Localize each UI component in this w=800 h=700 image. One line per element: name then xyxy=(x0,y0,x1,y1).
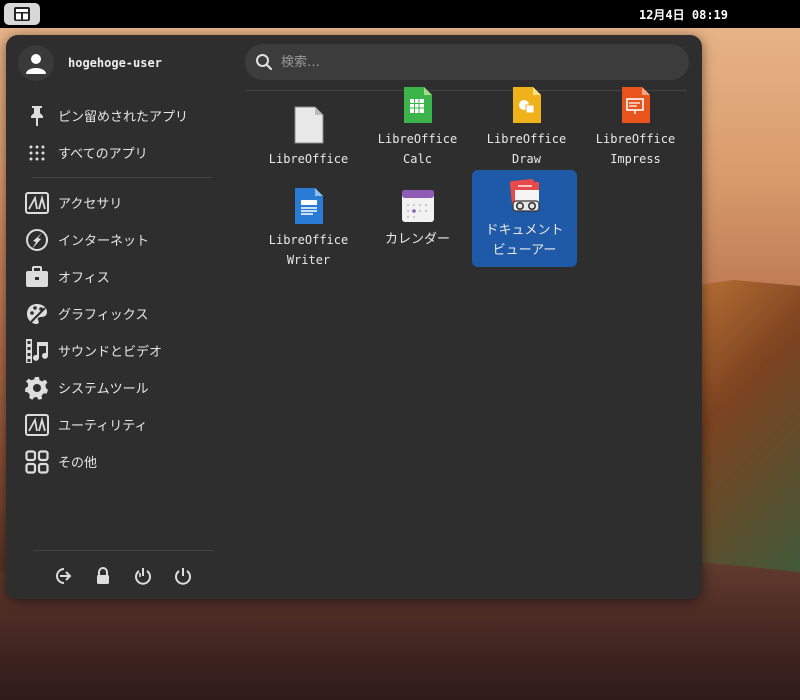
user-section[interactable]: hogehoge-user xyxy=(18,45,162,81)
sidebar-item-graphics[interactable]: グラフィックス xyxy=(20,295,220,332)
sidebar-item-label: その他 xyxy=(58,456,98,471)
power-icon xyxy=(175,568,191,585)
app-libreoffice-calc[interactable]: LibreOffice Calc xyxy=(365,78,470,175)
app-label: LibreOffice Draw xyxy=(486,132,567,166)
restart-icon xyxy=(135,568,151,585)
search-box[interactable] xyxy=(245,44,689,80)
utilities-icon xyxy=(24,412,50,438)
app-label: LibreOffice xyxy=(268,152,349,166)
logout-button[interactable] xyxy=(50,565,76,587)
username: hogehoge-user xyxy=(68,56,162,70)
multimedia-icon xyxy=(24,338,50,364)
calc-icon xyxy=(403,87,432,123)
sidebar-item-pinned-apps[interactable]: ピン留めされたアプリ xyxy=(20,97,220,134)
gear-icon xyxy=(24,375,50,401)
app-libreoffice-impress[interactable]: LibreOffice Impress xyxy=(583,78,688,175)
sidebar-item-label: サウンドとビデオ xyxy=(58,345,163,360)
session-divider xyxy=(33,550,213,551)
pin-icon xyxy=(24,103,50,129)
impress-icon xyxy=(621,87,650,123)
accessories-icon xyxy=(24,190,50,216)
app-label: カレンダー xyxy=(384,232,450,247)
restart-button[interactable] xyxy=(130,565,156,587)
app-menu-button[interactable] xyxy=(4,3,40,25)
sidebar-item-label: ユーティリティ xyxy=(58,419,148,434)
app-libreoffice-draw[interactable]: LibreOffice Draw xyxy=(474,78,579,175)
app-libreoffice-writer[interactable]: LibreOffice Writer xyxy=(256,179,361,276)
app-label: LibreOffice Impress xyxy=(595,132,676,166)
logout-icon xyxy=(56,568,72,584)
user-icon xyxy=(26,54,46,74)
sidebar-item-label: アクセサリ xyxy=(58,197,123,212)
clock[interactable]: 12月4日 08:19 xyxy=(639,6,728,23)
shutdown-button[interactable] xyxy=(170,565,196,587)
sidebar-divider xyxy=(32,177,212,178)
lock-button[interactable] xyxy=(90,565,116,587)
app-label: LibreOffice Writer xyxy=(268,233,349,267)
avatar[interactable] xyxy=(18,45,54,81)
sidebar-item-label: すべてのアプリ xyxy=(58,147,148,162)
app-label: LibreOffice Calc xyxy=(377,132,458,166)
sidebar-item-accessories[interactable]: アクセサリ xyxy=(20,184,220,221)
app-document-viewer[interactable]: ドキュメント ビューアー xyxy=(472,170,577,267)
libreoffice-icon xyxy=(294,106,323,144)
graphics-icon xyxy=(24,301,50,327)
grid-icon xyxy=(24,140,50,166)
sidebar-item-internet[interactable]: インターネット xyxy=(20,221,220,258)
session-buttons xyxy=(50,565,210,587)
sidebar-item-label: ピン留めされたアプリ xyxy=(58,110,189,125)
writer-icon xyxy=(294,188,323,224)
lock-icon xyxy=(97,567,109,584)
top-panel: 12月4日 08:19 xyxy=(0,0,800,28)
office-icon xyxy=(24,264,50,290)
app-label: ドキュメント ビューアー xyxy=(485,223,564,258)
calendar-icon xyxy=(401,190,434,222)
document-viewer-icon xyxy=(509,179,540,212)
sidebar-item-system-tools[interactable]: システムツール xyxy=(20,369,220,406)
sidebar-item-utilities[interactable]: ユーティリティ xyxy=(20,406,220,443)
app-calendar[interactable]: カレンダー xyxy=(365,179,470,276)
other-icon xyxy=(24,449,50,475)
sidebar-item-label: グラフィックス xyxy=(58,308,149,323)
sidebar-item-office[interactable]: オフィス xyxy=(20,258,220,295)
sidebar-item-label: システムツール xyxy=(58,382,149,397)
sidebar-item-label: インターネット xyxy=(58,234,150,249)
category-sidebar: ピン留めされたアプリ すべてのアプリ アクセサリ インターネット オフィス グラ… xyxy=(20,97,220,480)
application-launcher: hogehoge-user ピン留めされたアプリ すべてのアプリ xyxy=(6,35,702,599)
sidebar-item-sound-video[interactable]: サウンドとビデオ xyxy=(20,332,220,369)
search-input[interactable] xyxy=(281,54,661,70)
sidebar-item-other[interactable]: その他 xyxy=(20,443,220,480)
menu-icon xyxy=(14,7,30,21)
search-icon xyxy=(256,54,273,71)
draw-icon xyxy=(512,87,541,123)
sidebar-item-all-apps[interactable]: すべてのアプリ xyxy=(20,134,220,171)
internet-icon xyxy=(24,227,50,253)
sidebar-item-label: オフィス xyxy=(58,271,110,286)
